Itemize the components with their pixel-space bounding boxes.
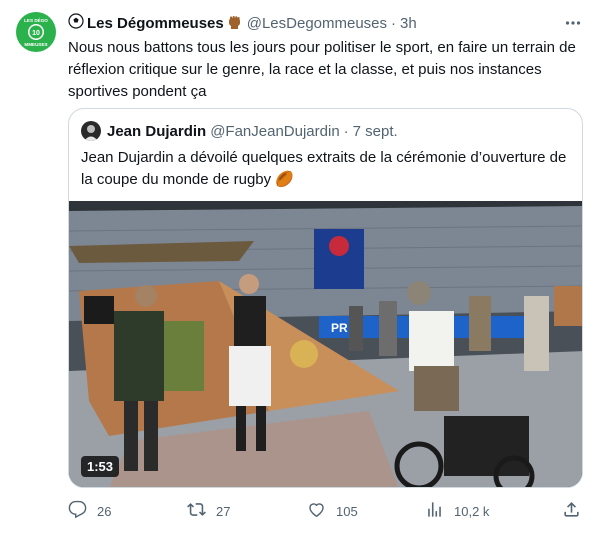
quoted-author-handle[interactable]: @FanJeanDujardin (210, 123, 339, 140)
views-button[interactable]: 10,2 k (425, 500, 489, 522)
share-icon (562, 500, 581, 522)
more-options-icon[interactable] (562, 12, 584, 34)
svg-text:10: 10 (32, 30, 40, 37)
tweet-time[interactable]: 3h (400, 15, 417, 32)
svg-text:PR: PR (331, 321, 348, 335)
heart-icon (307, 500, 326, 522)
svg-text:LES DÉGO: LES DÉGO (24, 16, 48, 23)
video-duration: 1:53 (81, 456, 120, 477)
like-count: 105 (336, 503, 358, 519)
separator-dot: · (343, 122, 349, 140)
reply-count: 26 (97, 503, 112, 519)
tweet-header: Les Dégommeuses @LesDegommeuses · 3h (68, 12, 584, 34)
author-avatar[interactable]: 10 LES DÉGO MMEUSES (16, 12, 56, 52)
action-bar: 26 27 105 10,2 k (68, 500, 584, 522)
tweet-text: Nous nous battons tous les jours pour po… (68, 39, 576, 100)
quoted-author-avatar[interactable] (81, 121, 101, 141)
quoted-tweet-header: Jean Dujardin @FanJeanDujardin · 7 sept. (81, 121, 398, 141)
quoted-tweet[interactable]: Jean Dujardin @FanJeanDujardin · 7 sept.… (68, 108, 583, 488)
soccer-ball-icon (68, 13, 84, 33)
retweet-count: 27 (216, 503, 231, 519)
share-button[interactable] (562, 500, 581, 522)
svg-text:MMEUSES: MMEUSES (24, 42, 47, 47)
raised-fist-icon (226, 13, 243, 34)
quoted-tweet-text: Jean Dujardin a dévoilé quelques extrait… (81, 149, 567, 188)
tweet[interactable]: 10 LES DÉGO MMEUSES Les Dégommeuses @Les… (0, 0, 600, 534)
author-handle[interactable]: @LesDegommeuses (247, 15, 387, 32)
views-chart-icon (425, 500, 444, 522)
views-count: 10,2 k (454, 503, 490, 519)
reply-icon (68, 500, 87, 522)
author-name[interactable]: Les Dégommeuses (87, 15, 224, 32)
retweet-button[interactable]: 27 (187, 500, 230, 522)
quoted-author-name[interactable]: Jean Dujardin (107, 123, 206, 140)
reply-button[interactable]: 26 (68, 500, 111, 522)
video-player[interactable]: PR 1:53 (69, 201, 582, 487)
like-button[interactable]: 105 (307, 500, 358, 522)
separator-dot: · (391, 14, 397, 32)
video-thumbnail: PR (69, 201, 582, 487)
quoted-tweet-time[interactable]: 7 sept. (353, 123, 398, 140)
retweet-icon (187, 500, 206, 522)
